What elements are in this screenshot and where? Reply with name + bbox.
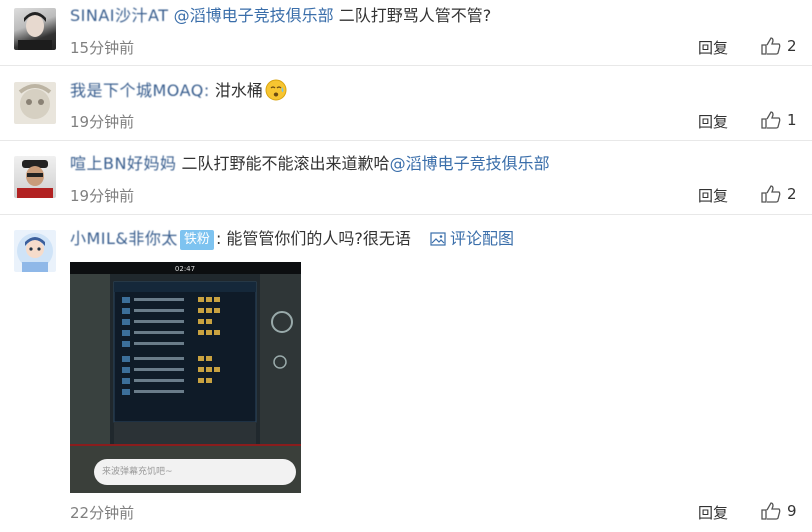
colon: : bbox=[215, 229, 222, 248]
comment-text: 泔水桶 bbox=[214, 81, 263, 100]
mention-link[interactable]: @滔博电子竞技俱乐部 bbox=[174, 6, 334, 25]
reply-button[interactable]: 回复 bbox=[698, 502, 728, 523]
thumbs-up-icon bbox=[761, 37, 781, 55]
comment-line: SINAI沙汁AT @滔博电子竞技俱乐部 二队打野骂人管不管? bbox=[70, 5, 491, 27]
thumbs-up-icon bbox=[761, 185, 781, 203]
game-clock: 02:47 bbox=[175, 265, 195, 273]
divider bbox=[0, 214, 812, 215]
comment-picture-link[interactable]: 评论配图 bbox=[430, 229, 514, 248]
reply-button[interactable]: 回复 bbox=[698, 111, 728, 132]
fan-badge[interactable]: 铁粉 bbox=[179, 230, 214, 250]
like-button[interactable]: 2 bbox=[761, 37, 797, 55]
like-count: 2 bbox=[787, 37, 797, 55]
crying-face-icon bbox=[265, 79, 287, 101]
like-count: 1 bbox=[787, 111, 797, 129]
comment-text: 二队打野能不能滚出来道歉哈 bbox=[181, 154, 390, 173]
avatar-image bbox=[17, 160, 53, 198]
avatar-image bbox=[18, 84, 52, 119]
like-button[interactable]: 9 bbox=[761, 502, 797, 520]
divider bbox=[0, 65, 812, 66]
timestamp: 19分钟前 bbox=[70, 113, 135, 131]
image-icon bbox=[430, 232, 446, 246]
danmaku-input[interactable]: 来波弹幕充饥吧~ bbox=[94, 459, 296, 485]
avatar[interactable] bbox=[14, 82, 56, 124]
like-button[interactable]: 1 bbox=[761, 111, 797, 129]
comment-text: 能管管你们的人吗?很无语 bbox=[226, 229, 411, 248]
username[interactable]: 我是下个城MOAQ: bbox=[70, 81, 210, 100]
comment-text: 二队打野骂人管不管? bbox=[338, 6, 492, 25]
avatar[interactable] bbox=[14, 156, 56, 198]
reply-button[interactable]: 回复 bbox=[698, 185, 728, 206]
reply-button[interactable]: 回复 bbox=[698, 37, 728, 58]
comment-line: 喧上BN好妈妈 二队打野能不能滚出来道歉哈@滔博电子竞技俱乐部 bbox=[70, 153, 550, 175]
picture-link-label: 评论配图 bbox=[450, 229, 515, 248]
avatar-image bbox=[18, 12, 52, 50]
timestamp: 22分钟前 bbox=[70, 504, 135, 522]
mention-link[interactable]: @滔博电子竞技俱乐部 bbox=[390, 154, 550, 173]
username[interactable]: 小MIL&非你太 bbox=[70, 229, 178, 248]
comment-image[interactable]: 02:47 来波弹幕充饥吧~ bbox=[70, 262, 301, 493]
thumbs-up-icon bbox=[761, 502, 781, 520]
comment-line: 小MIL&非你太 铁粉: 能管管你们的人吗?很无语 评论配图 bbox=[70, 228, 514, 250]
timestamp: 15分钟前 bbox=[70, 39, 135, 57]
avatar[interactable] bbox=[14, 8, 56, 50]
thumbs-up-icon bbox=[761, 111, 781, 129]
like-button[interactable]: 2 bbox=[761, 185, 797, 203]
username[interactable]: 喧上BN好妈妈 bbox=[70, 154, 176, 173]
like-count: 9 bbox=[787, 502, 797, 520]
username[interactable]: SINAI沙汁AT bbox=[70, 6, 169, 25]
timestamp: 19分钟前 bbox=[70, 187, 135, 205]
avatar[interactable] bbox=[14, 230, 56, 272]
like-count: 2 bbox=[787, 185, 797, 203]
divider bbox=[0, 140, 812, 141]
comment-line: 我是下个城MOAQ: 泔水桶 bbox=[70, 79, 287, 102]
avatar-image bbox=[17, 233, 53, 272]
